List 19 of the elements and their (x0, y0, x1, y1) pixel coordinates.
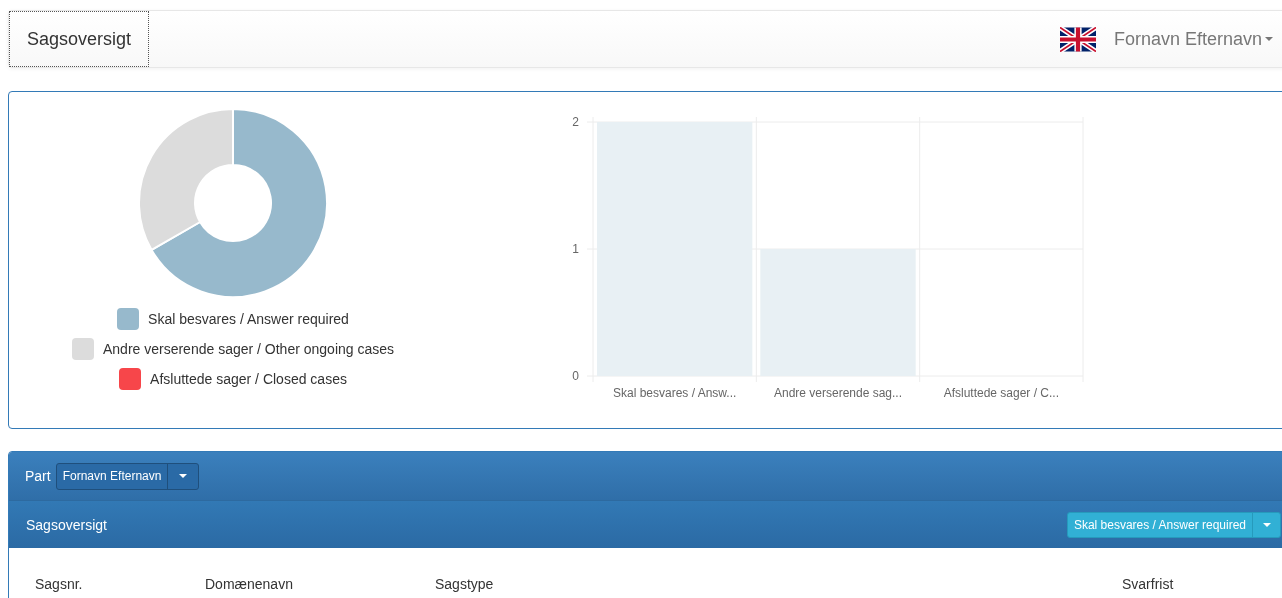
brand-link[interactable]: Sagsoversigt (9, 11, 150, 67)
y-tick-label: 1 (572, 242, 579, 256)
part-select[interactable]: Fornavn Efternavn (55, 462, 200, 490)
column-header: Svarfrist (1122, 576, 1174, 592)
column-header: Domænenavn (205, 576, 293, 592)
panel-title: Sagsoversigt (26, 516, 107, 533)
column-header: Sagsnr. (35, 576, 83, 592)
legend-label: Afsluttede sager / Closed cases (150, 371, 347, 387)
user-menu[interactable]: Fornavn Efternavn (1113, 28, 1273, 50)
y-tick-label: 0 (572, 369, 579, 383)
part-label: Part (25, 468, 51, 484)
x-category-label: Andre verserende sag... (773, 386, 903, 400)
uk-flag-icon[interactable] (1059, 26, 1096, 52)
x-category-label: Skal besvares / Answ... (612, 386, 737, 400)
y-tick-label: 2 (572, 115, 579, 129)
legend-label: Skal besvares / Answer required (148, 311, 349, 327)
x-category-label: Afsluttede sager / C... (943, 386, 1060, 400)
legend-label: Andre verserende sager / Other ongoing cases (102, 341, 395, 357)
column-header: Sagstype (435, 576, 494, 592)
